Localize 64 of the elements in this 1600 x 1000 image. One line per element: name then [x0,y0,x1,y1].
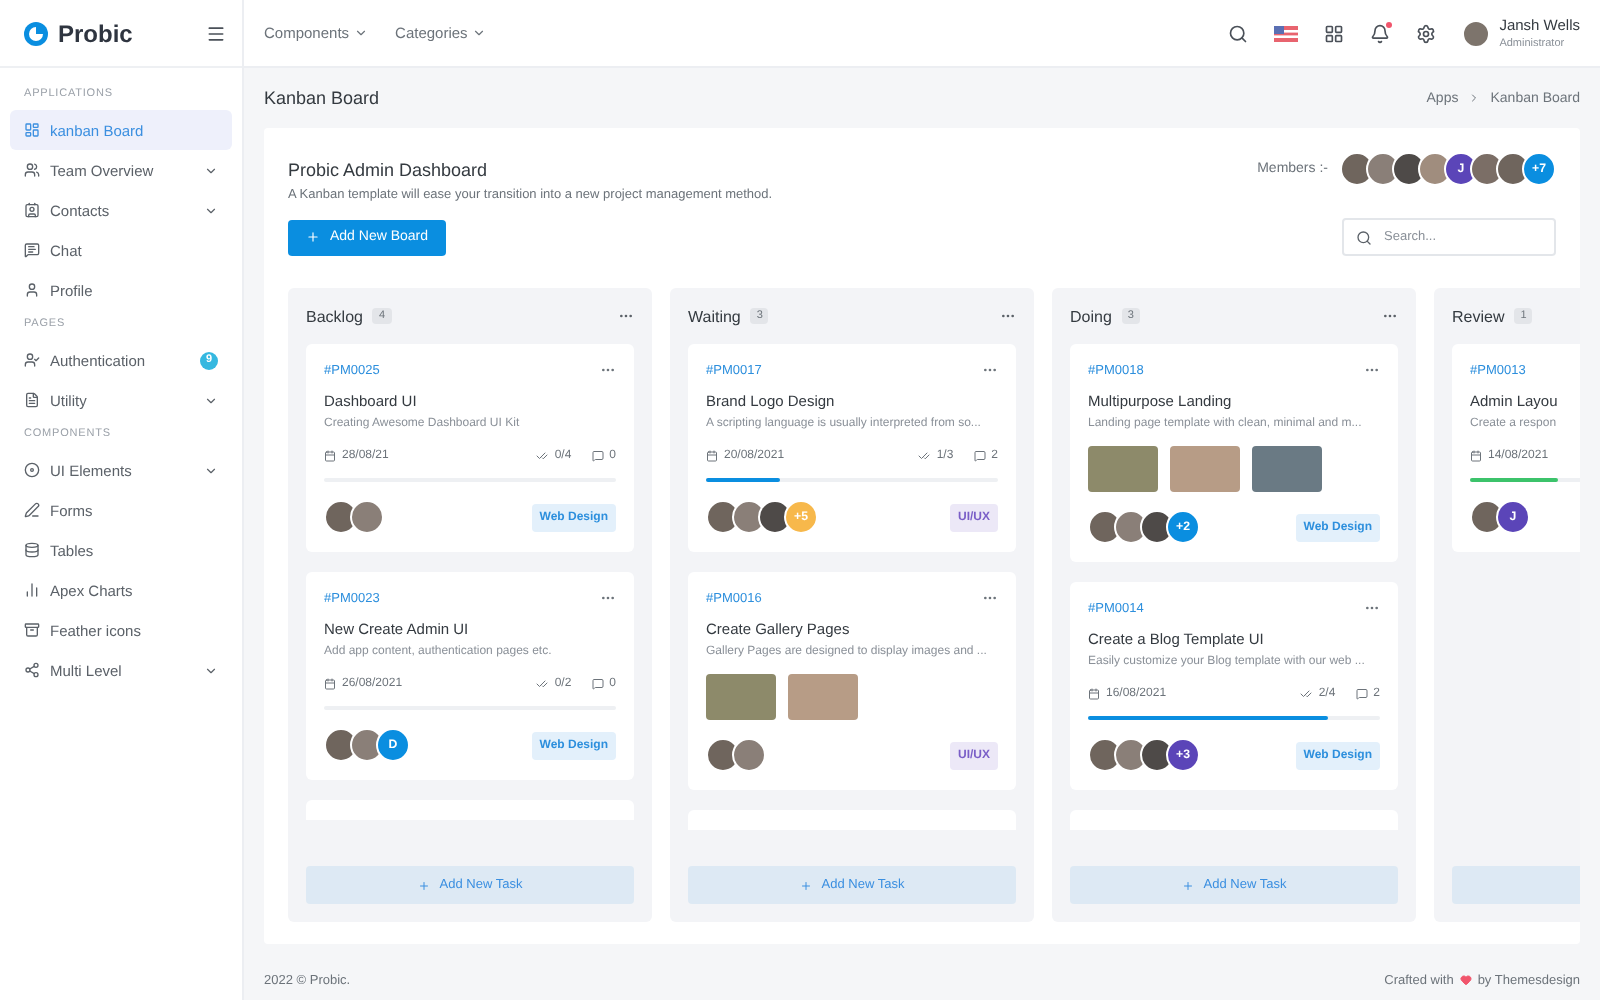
plus-icon [799,879,812,891]
check-icon [918,450,931,462]
avatar-photo [324,500,358,534]
bell-icon[interactable] [1369,23,1390,43]
avatar-photo [1340,152,1374,186]
check-icon [1300,688,1313,700]
comment-icon [591,450,604,462]
calendar-icon [1470,450,1482,462]
column-title: Waiting [688,307,741,325]
heart-icon [1459,974,1472,986]
column-title: Doing [1070,307,1112,325]
apps-grid-icon[interactable] [1323,23,1344,43]
comment-icon [1355,688,1368,700]
user-avatar[interactable] [1461,19,1490,47]
avatar-photo [1088,738,1122,772]
calendar-icon [706,450,718,462]
calendar-icon [1088,688,1100,700]
flag-icon[interactable] [1273,25,1298,41]
settings-icon[interactable] [1415,23,1436,43]
menu-item-icon [24,622,40,638]
menu-item-icon [24,162,40,178]
avatar-photo [706,738,740,772]
page-title: Kanban Board [264,88,380,108]
calendar-icon [324,450,336,462]
photo-placeholder [1170,446,1240,492]
photo-placeholder [1088,446,1158,492]
search-icon [1356,229,1372,245]
chevron-right-icon [1468,92,1481,104]
board-title: Probic Admin Dashboard [288,160,490,180]
menu-item-icon [24,662,40,678]
comment-icon [591,678,604,690]
logo-icon [24,21,48,45]
avatar-photo [706,500,740,534]
photo-placeholder [706,674,776,720]
menu-item-icon [24,462,40,478]
menu-item-icon [24,282,40,298]
menu-item-icon [24,582,40,598]
photo-placeholder [788,674,858,720]
caret-icon [471,26,486,40]
search-icon[interactable] [1227,23,1248,43]
column-title: Backlog [306,307,363,325]
avatar-photo [1470,500,1504,534]
column-title: Review [1452,307,1505,325]
calendar-icon [324,678,336,690]
photo-placeholder [1252,446,1322,492]
avatar-photo [1088,510,1122,544]
menu-item-icon [24,542,40,558]
avatar-photo [732,738,766,772]
avatar-photo [350,500,384,534]
check-icon [536,450,549,462]
menu-item-icon [24,392,40,408]
menu-item-icon [24,242,40,258]
brand-name: Probic [58,19,133,47]
caret-icon [353,26,368,40]
check-icon [536,678,549,690]
comment-icon [973,450,986,462]
menu-item-icon [24,122,40,138]
menu-icon[interactable] [206,23,226,43]
plus-icon [306,230,320,244]
plus-icon [417,879,430,891]
menu-item-icon [24,352,40,368]
plus-icon [1181,879,1194,891]
menu-item-icon [24,202,40,218]
menu-item-icon [24,502,40,518]
